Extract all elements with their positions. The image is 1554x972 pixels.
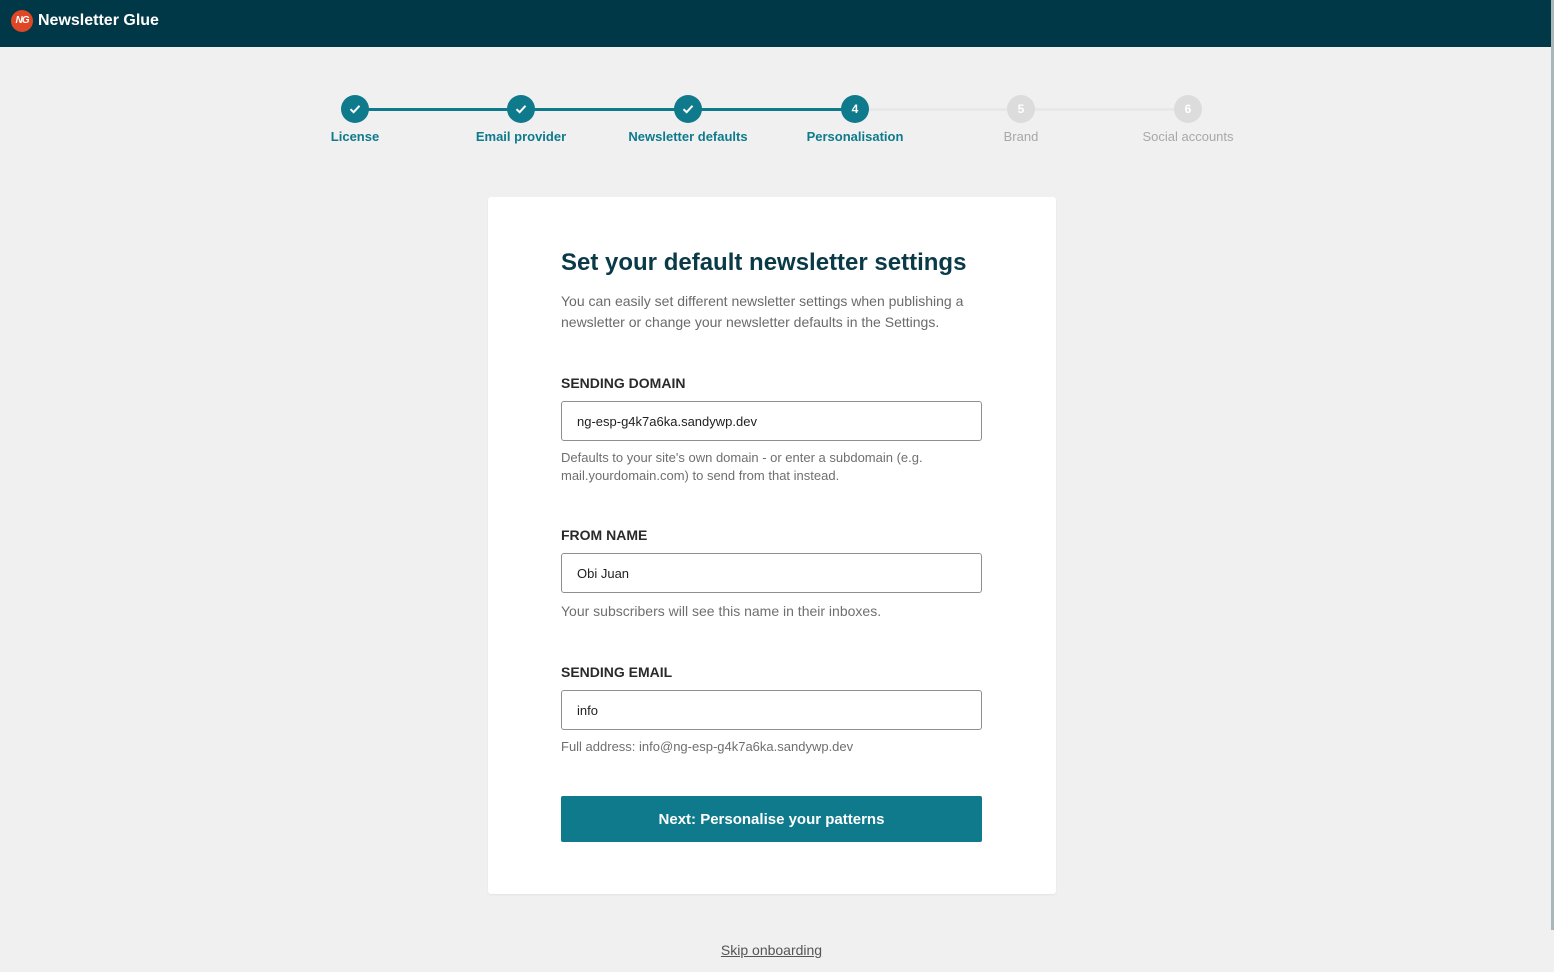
check-icon bbox=[341, 95, 369, 123]
step-brand: 5 Brand bbox=[931, 94, 1111, 144]
step-number: 4 bbox=[841, 95, 869, 123]
step-label: Newsletter defaults bbox=[628, 129, 748, 144]
sending-domain-help: Defaults to your site's own domain - or … bbox=[561, 450, 923, 483]
top-bar: NG Newsletter Glue bbox=[0, 0, 1554, 47]
sending-domain-input[interactable] bbox=[561, 401, 982, 441]
check-icon bbox=[674, 95, 702, 123]
logo-icon: NG bbox=[11, 10, 33, 32]
sending-domain-label: SENDING DOMAIN bbox=[561, 375, 686, 391]
step-label: Brand bbox=[1003, 129, 1039, 144]
next-button[interactable]: Next: Personalise your patterns bbox=[561, 796, 982, 842]
step-number: 5 bbox=[1007, 95, 1035, 123]
page-title: Set your default newsletter settings bbox=[561, 249, 967, 276]
intro-text: You can easily set different newsletter … bbox=[561, 293, 964, 330]
sending-email-label: SENDING EMAIL bbox=[561, 664, 673, 680]
from-name-input[interactable] bbox=[561, 553, 982, 593]
from-name-help: Your subscribers will see this name in t… bbox=[561, 603, 882, 619]
onboarding-stepper: License Email provider Newsletter defaul… bbox=[0, 94, 1554, 154]
sending-email-input[interactable] bbox=[561, 690, 982, 730]
step-personalisation[interactable]: 4 Personalisation bbox=[765, 94, 945, 144]
skip-onboarding-link[interactable]: Skip onboarding bbox=[0, 942, 1543, 958]
step-label: Email provider bbox=[475, 129, 567, 144]
sending-email-help: Full address: info@ng-esp-g4k7a6ka.sandy… bbox=[561, 739, 854, 754]
step-license[interactable]: License bbox=[265, 94, 445, 144]
step-label: Social accounts bbox=[1142, 129, 1234, 144]
step-label: Personalisation bbox=[806, 129, 904, 144]
app-title: Newsletter Glue bbox=[38, 12, 159, 29]
from-name-label: FROM NAME bbox=[561, 527, 648, 543]
step-label: License bbox=[330, 129, 380, 144]
settings-card: Set your default newsletter settings You… bbox=[488, 197, 1056, 894]
step-email-provider[interactable]: Email provider bbox=[431, 94, 611, 144]
step-social-accounts: 6 Social accounts bbox=[1098, 94, 1278, 144]
check-icon bbox=[507, 95, 535, 123]
step-newsletter-defaults[interactable]: Newsletter defaults bbox=[598, 94, 778, 144]
step-number: 6 bbox=[1174, 95, 1202, 123]
